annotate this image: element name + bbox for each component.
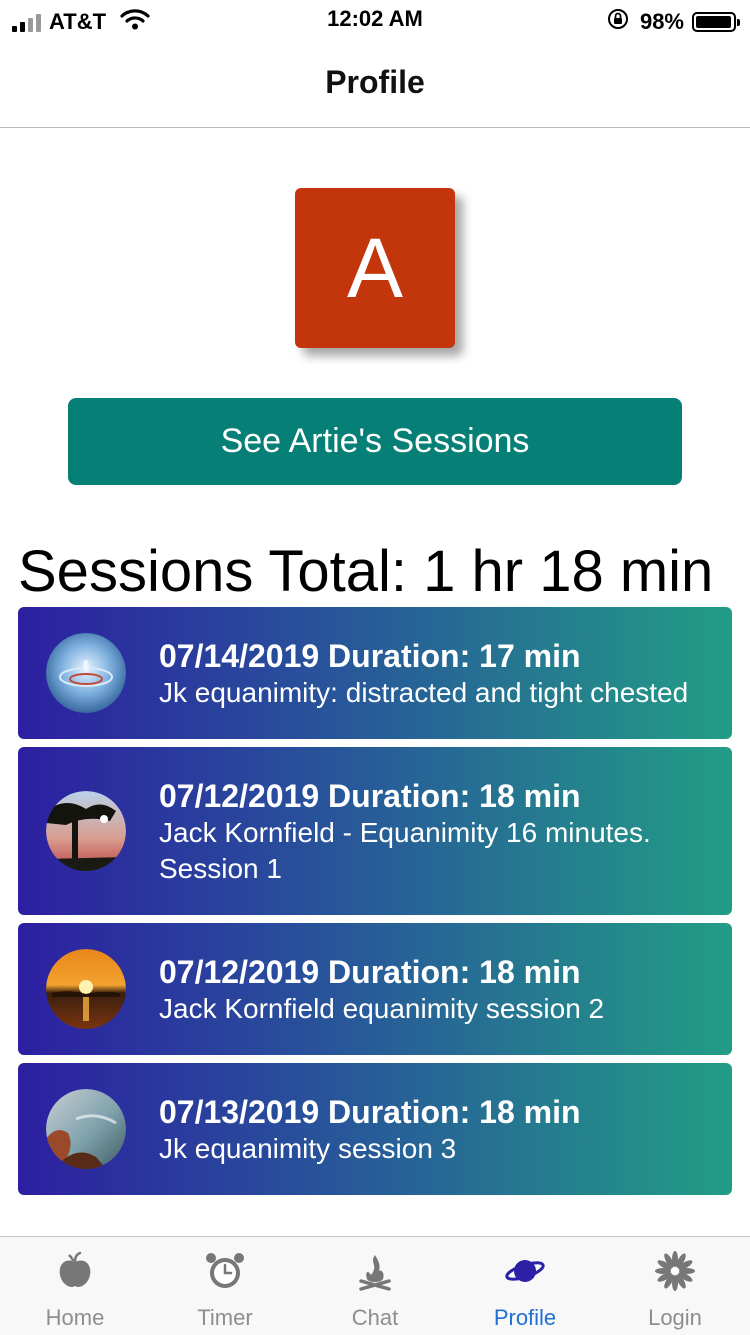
rocky-coast-image xyxy=(46,1089,126,1169)
page-title: Profile xyxy=(325,64,425,100)
tab-label: Profile xyxy=(493,1305,557,1330)
session-description: Jk equanimity: distracted and tight ches… xyxy=(159,677,689,708)
tab-label: Chat xyxy=(351,1305,399,1330)
session-description: Jack Kornfield equanimity session 2 xyxy=(159,993,605,1024)
tree-silhouette-image xyxy=(46,791,126,871)
session-card[interactable]: 07/14/2019 Duration: 17 min Jk equanimit… xyxy=(18,607,732,739)
battery-percent: 98% xyxy=(639,8,684,34)
tab-login[interactable]: Login xyxy=(600,1237,750,1335)
avatar: A xyxy=(295,188,455,348)
navigation-bar: Profile xyxy=(0,40,750,128)
campfire-icon xyxy=(355,1251,395,1291)
tab-profile[interactable]: Profile xyxy=(450,1237,600,1335)
planet-icon xyxy=(505,1251,545,1291)
session-description: Jack Kornfield - Equanimity 16 minutes. … xyxy=(159,817,651,884)
session-title: 07/13/2019 Duration: 18 min xyxy=(159,1094,581,1130)
session-card[interactable]: 07/13/2019 Duration: 18 min Jk equanimit… xyxy=(18,1063,732,1195)
fruit-icon xyxy=(55,1251,95,1291)
tab-timer[interactable]: Timer xyxy=(150,1237,300,1335)
session-card[interactable]: 07/12/2019 Duration: 18 min Jack Kornfie… xyxy=(18,747,732,915)
alarm-clock-icon xyxy=(205,1251,245,1291)
tab-label: Home xyxy=(45,1305,105,1330)
session-card[interactable]: 07/12/2019 Duration: 18 min Jack Kornfie… xyxy=(18,923,732,1055)
tab-home[interactable]: Home xyxy=(0,1237,150,1335)
session-title: 07/14/2019 Duration: 17 min xyxy=(159,638,581,674)
tab-chat[interactable]: Chat xyxy=(300,1237,450,1335)
tab-label: Login xyxy=(648,1305,702,1330)
sessions-total: Sessions Total: 1 hr 18 min xyxy=(18,539,714,604)
session-title: 07/12/2019 Duration: 18 min xyxy=(159,778,581,814)
see-sessions-button[interactable]: See Artie's Sessions xyxy=(68,398,682,485)
orientation-lock-icon xyxy=(606,7,630,36)
status-right: 98% xyxy=(606,7,740,36)
water-drop-image xyxy=(46,633,126,713)
battery-icon xyxy=(692,11,740,32)
flower-icon xyxy=(655,1251,695,1291)
sessions-list: 07/14/2019 Duration: 17 min Jk equanimit… xyxy=(18,607,732,1203)
tab-bar: Home Timer Chat Profile Login xyxy=(0,1236,750,1335)
status-bar: AT&T 12:02 AM 98% xyxy=(0,0,750,40)
battery-level xyxy=(696,15,732,28)
session-title: 07/12/2019 Duration: 18 min xyxy=(159,954,581,990)
sunset-image xyxy=(46,949,126,1029)
tab-label: Timer xyxy=(197,1305,253,1330)
session-description: Jk equanimity session 3 xyxy=(159,1133,457,1164)
